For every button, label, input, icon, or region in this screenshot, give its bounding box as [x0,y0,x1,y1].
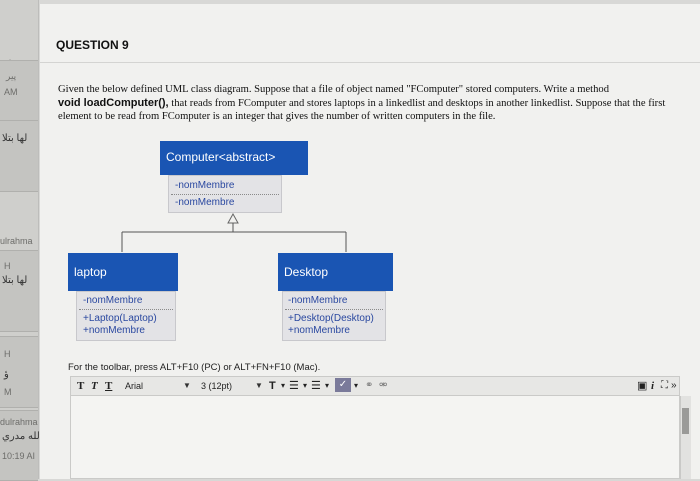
italic-text-button[interactable]: T [91,379,98,393]
scrollbar-thumb[interactable] [682,408,689,434]
link-icon[interactable]: ⚭ [365,379,373,393]
chevron-down-icon[interactable]: ▾ [303,379,307,393]
uml-class-desktop-title: Desktop [278,253,393,291]
fullscreen-icon[interactable]: ⛶ [661,379,668,393]
uml-class-computer-body: -nomMembre -nomMembre [168,175,282,213]
font-family-select[interactable]: Arial [125,379,143,393]
chevron-down-icon[interactable]: ▼ [183,379,191,393]
expand-toolbar-icon[interactable]: » [671,379,677,393]
paragraph-style-icon[interactable]: ✓ [335,378,351,392]
info-icon[interactable]: i [651,379,654,393]
uml-method: +nomMembre [83,325,145,336]
uml-attribute: -nomMembre [175,197,235,208]
sidebar-text: پیر [6,71,17,81]
sidebar-time: AM [4,87,18,97]
sidebar-chat-item[interactable]: لها بتلا [0,120,38,192]
sidebar-text: لها بتلا [2,133,28,144]
editor-scrollbar[interactable] [680,396,691,479]
chevron-down-icon[interactable]: ▾ [325,379,329,393]
chat-sidebar: ah پیر AM لها بتلا ulrahma H لها بتلا H … [0,0,43,481]
sidebar-chat-item[interactable]: dulrahma الله مدري 10:19 AI [0,410,43,481]
uml-class-laptop-title: laptop [68,253,178,291]
bold-text-button[interactable]: T [77,379,84,393]
editor-toolbar: T T T Arial ▼ 3 (12pt) ▼ T ▾ ☰ ▾ ☰ ▾ ✓ ▾… [70,376,680,396]
font-size-select[interactable]: 3 (12pt) [201,379,232,393]
uml-separator [171,194,279,195]
uml-attribute: -nomMembre [288,295,348,306]
question-panel: QUESTION 9 Given the below defined UML c… [40,4,700,479]
numbered-list-icon[interactable]: ☰ [311,379,321,393]
chevron-down-icon[interactable]: ▾ [281,379,285,393]
unlink-icon[interactable]: ⚮ [379,379,387,393]
sidebar-text: ulrahma [0,236,33,246]
bullet-list-icon[interactable]: ☰ [289,379,299,393]
spellcheck-icon[interactable]: ▣ [637,379,647,393]
uml-separator [285,309,383,310]
uml-attribute: -nomMembre [83,295,143,306]
uml-method: +nomMembre [288,325,350,336]
sidebar-text: H [4,261,11,271]
uml-separator [79,309,173,310]
sidebar-chat-item[interactable]: H لها بتلا [0,250,38,332]
sidebar-text: لها بتلا [2,275,28,286]
sidebar-time: 10:19 AI [2,451,36,461]
uml-method: +Laptop(Laptop) [83,313,157,324]
sidebar-text: ؤ [4,369,9,380]
text-color-icon[interactable]: T [269,379,276,393]
uml-class-computer-title: Computer<abstract> [160,141,308,175]
uml-class-laptop-body: -nomMembre +Laptop(Laptop) +nomMembre [76,291,176,341]
chevron-down-icon[interactable]: ▼ [255,379,263,393]
uml-attribute: -nomMembre [175,180,235,191]
sidebar-time: M [4,387,12,397]
sidebar-text: dulrahma [0,417,38,427]
sidebar-text: الله مدري [2,431,43,442]
uml-method: +Desktop(Desktop) [288,313,374,324]
answer-editor[interactable] [70,396,691,479]
sidebar-chat-item[interactable]: H ؤ M [0,336,38,408]
uml-class-desktop-body: -nomMembre +Desktop(Desktop) +nomMembre [282,291,386,341]
underline-text-button[interactable]: T [105,379,112,393]
sidebar-chat-item[interactable]: پیر AM [0,60,38,122]
toolbar-instructions: For the toolbar, press ALT+F10 (PC) or A… [68,362,321,373]
chevron-down-icon[interactable]: ▾ [354,379,358,393]
sidebar-text: H [4,349,11,359]
